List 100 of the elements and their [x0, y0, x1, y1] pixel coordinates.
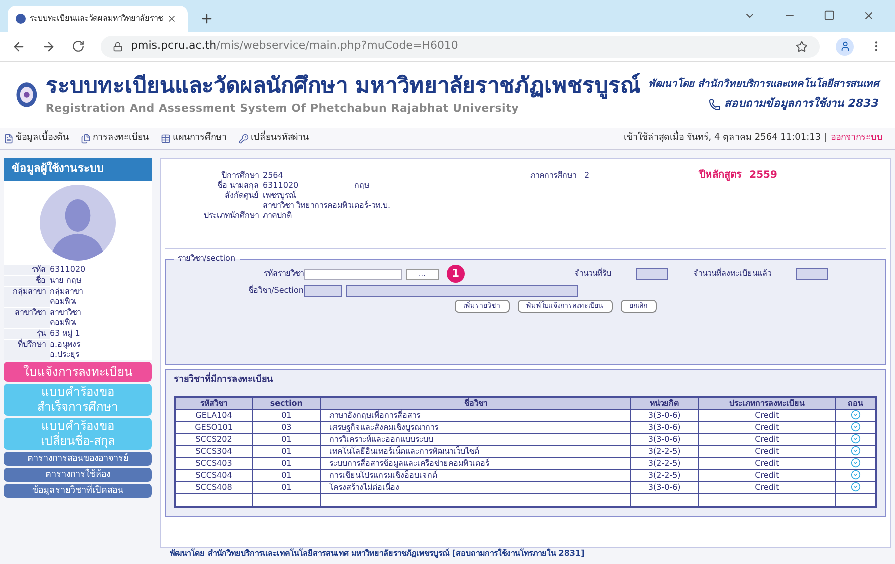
curriculum-label: ปีหลักสูตร: [700, 171, 742, 184]
table-cell: SCCS304: [175, 445, 253, 457]
field-label: รหัสรายวิชา: [263, 268, 304, 280]
field-value: กฤษ: [354, 181, 370, 191]
field-label: จำนวนที่ลงทะเบียนแล้ว: [694, 268, 772, 280]
table-cell: 01: [252, 469, 321, 481]
table-cell: SCCS202: [175, 433, 253, 445]
menu-item[interactable]: ข้อมูลเบื้องต้น: [4, 132, 69, 146]
menu-key-icon: [239, 134, 249, 144]
seats-field: [636, 268, 668, 280]
lock-icon: [113, 42, 123, 52]
table-cell: เทคโนโลยีอินเทอร์เน็ตและการพัฒนาเว็บไซต์: [320, 445, 631, 457]
table-cell: 3(3-0-6): [630, 421, 698, 433]
info-value: คอมพิวเ: [50, 318, 78, 328]
avatar-silhouette-icon: [40, 184, 116, 260]
withdraw-check-icon[interactable]: [850, 434, 861, 444]
menu-item[interactable]: การลงทะเบียน: [81, 132, 149, 146]
panel-title: รายวิชาที่มีการลงทะเบียน: [174, 374, 877, 388]
page-footer: พัฒนาโดย สำนักวิทยบริการและเทคโนโลยีสารสนเทศ มหาวิทยาลัยราชภัฏเพชรบูรณ์ [สอบถามการใช้งานโทรภายใน 2831]: [0, 548, 895, 564]
registered-count-field: [796, 268, 828, 280]
field-value: 6311020: [263, 181, 299, 190]
field-label: ชื่อวิชา/Section: [248, 285, 304, 297]
address-bar[interactable]: pmis.pcru.ac.th/mis/webservice/main.php?muCode=H6010: [101, 36, 820, 58]
forward-icon[interactable]: [42, 40, 56, 54]
info-value: นาย กฤษ: [50, 276, 82, 286]
withdraw-check-icon[interactable]: [850, 482, 861, 492]
field-label: ชื่อ นามสกุล: [216, 181, 259, 190]
reload-icon[interactable]: [72, 40, 85, 53]
logout-link[interactable]: ออกจากระบบ: [831, 132, 891, 146]
menu-item[interactable]: แผนการศึกษา: [161, 132, 227, 146]
course-code-input[interactable]: [304, 268, 402, 280]
info-value: 6311020: [50, 264, 86, 274]
field-label: ภาคการศึกษา: [530, 171, 577, 182]
table-cell: 01: [252, 409, 321, 421]
column-header: ชื่อวิชา: [320, 396, 631, 409]
table-cell: Credit: [698, 433, 836, 445]
new-tab-icon[interactable]: [200, 12, 214, 26]
table-cell: Credit: [698, 469, 836, 481]
column-header: ประเภทการลงทะเบียน: [698, 396, 836, 409]
table-cell: Credit: [698, 445, 836, 457]
maximize-icon[interactable]: [824, 10, 835, 21]
table-cell: 3(2-2-5): [630, 445, 698, 457]
site-subtitle: Registration And Assessment System Of Phetchabun Rajabhat University: [46, 100, 520, 117]
table-cell: 3(3-0-6): [630, 433, 698, 445]
table-cell: SCCS408: [175, 481, 253, 493]
info-value: อ.อนุพงร: [50, 340, 81, 350]
info-label: ชื่อ: [4, 276, 50, 286]
contact-info: สอบถามข้อมูลการใช้งาน 2833: [724, 96, 879, 112]
table-cell: GESO101: [175, 421, 253, 433]
field-value: ภาคปกติ: [263, 211, 292, 221]
field-value: 2: [584, 171, 590, 182]
table-cell: Credit: [698, 421, 836, 433]
table-cell: การวิเคราะห์และออกแบบระบบ: [320, 433, 631, 445]
column-header: section: [252, 396, 321, 409]
table-cell: 3(2-2-5): [630, 469, 698, 481]
table-cell: Credit: [698, 457, 836, 469]
menu-files-icon: [81, 134, 91, 144]
info-label: รหัส: [4, 264, 50, 274]
info-value: 63 หมู่ 1: [50, 328, 80, 338]
menu-item[interactable]: เปลี่ยนรหัสผ่าน: [239, 132, 309, 146]
table-cell: เศรษฐกิจและสังคมเชิงบูรณาการ: [320, 421, 631, 433]
table-cell: SCCS403: [175, 457, 253, 469]
field-label: จำนวนที่รับ: [574, 268, 612, 280]
back-icon[interactable]: [12, 40, 26, 54]
table-cell: ระบบการสื่อสารข้อมูลและเครือข่ายคอมพิวเตอร์: [320, 457, 631, 469]
profile-icon[interactable]: [836, 38, 854, 56]
withdraw-check-icon[interactable]: [850, 470, 861, 480]
info-label: สาขาวิชา: [4, 308, 50, 328]
table-cell: 01: [252, 433, 321, 445]
column-header: รหัสวิชา: [175, 396, 253, 409]
section-field: [304, 285, 342, 297]
bookmark-star-icon[interactable]: [796, 40, 808, 52]
table-cell: 03: [252, 421, 321, 433]
sidebar-button[interactable]: ตารางการใช้ห้อง: [4, 468, 152, 482]
close-window-icon[interactable]: [863, 10, 875, 22]
browser-tab[interactable]: ระบบทะเบียนและวัดผลมหาวิทยาลัยราช: [8, 6, 188, 32]
annotation-badge: 1: [446, 265, 465, 283]
withdraw-check-icon[interactable]: [850, 458, 861, 468]
table-cell: 3(3-0-6): [630, 481, 698, 493]
menu-table-icon: [161, 134, 171, 144]
field-label: ปีการศึกษา: [220, 171, 259, 180]
withdraw-check-icon[interactable]: [850, 410, 861, 420]
close-icon[interactable]: [167, 14, 177, 24]
sidebar-header: ข้อมูลผู้ใช้งานระบบ: [4, 158, 152, 180]
phone-icon: [708, 98, 721, 110]
table-cell: 3(2-2-5): [630, 457, 698, 469]
sidebar-button[interactable]: ข้อมูลรายวิชาที่เปิดสอน: [4, 484, 152, 498]
info-label: กลุ่มสาขา: [4, 286, 50, 306]
curriculum-year: 2559: [750, 171, 778, 183]
table-cell: ภาษาอังกฤษเพื่อการสื่อสาร: [320, 409, 631, 421]
withdraw-check-icon[interactable]: [850, 446, 861, 456]
table-cell: 01: [252, 457, 321, 469]
withdraw-check-icon[interactable]: [850, 422, 861, 432]
info-label: รุ่น: [4, 328, 50, 338]
field-value: เพชรบูรณ์: [263, 191, 296, 200]
table-cell: Credit: [698, 409, 836, 421]
column-header: หน่วยกิต: [630, 396, 698, 409]
field-label: สังกัดศูนย์: [224, 191, 259, 201]
sidebar-button[interactable]: ตารางการสอนของอาจารย์: [4, 452, 152, 466]
site-title: ระบบทะเบียนและวัดผลนักศึกษา มหาวิทยาลัยราชภัฏเพชรบูรณ์: [46, 72, 641, 101]
